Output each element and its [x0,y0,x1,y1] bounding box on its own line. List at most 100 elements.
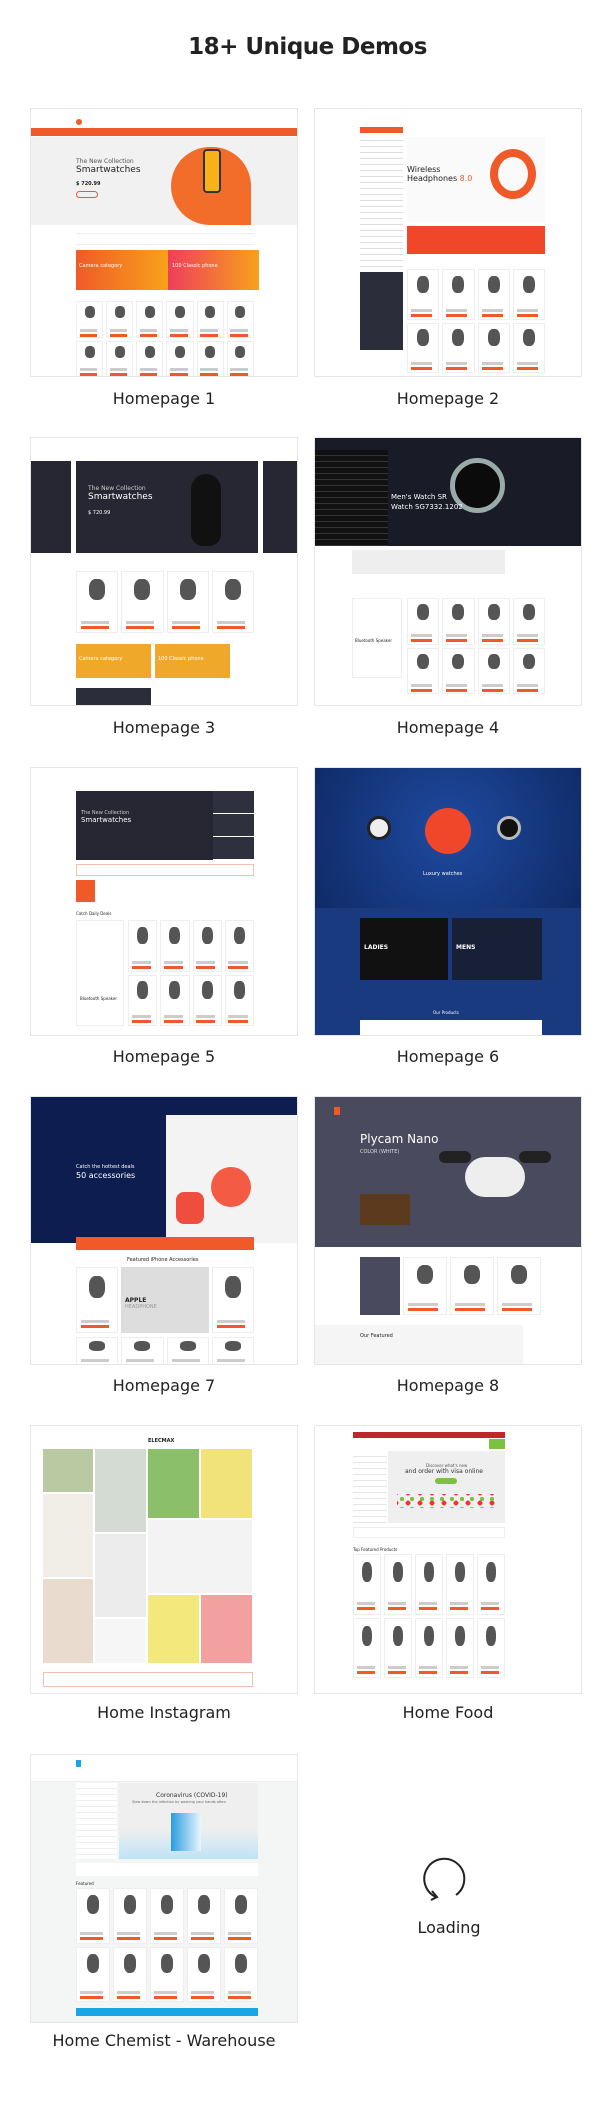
photo-3 [43,1579,93,1663]
demo-card-homepage-2[interactable]: Wireless Headphones 8.0 [314,108,582,377]
product-thumbnail [76,1267,118,1333]
slide-gap-left [71,461,76,553]
demo-label[interactable]: Home Instagram [30,1703,298,1722]
deal-product-name: Bluetooth Speaker [80,996,117,1001]
shop-now-button [76,191,98,198]
demo-card-homepage-1[interactable]: The New Collection Smartwatches $ 720.99… [30,108,298,377]
watch-center [425,808,471,854]
shop-button [435,1478,457,1484]
demo-card-home-chemist[interactable]: Coronavirus (COVID-19) Slow down the inf… [30,1754,298,2023]
product-thumbnail [76,1946,110,2002]
product-thumbnail [477,598,510,645]
product-thumbnail [76,571,119,633]
demo-card-homepage-6[interactable]: Luxury watches LADIES MENS Our Products [314,767,582,1036]
category-button [360,127,403,133]
product-thumbnail [196,340,224,376]
product-thumbnail [128,974,158,1026]
demo-label[interactable]: Homepage 3 [30,718,298,737]
product-thumbnail [450,1257,494,1315]
product-thumbnail [212,1267,254,1333]
veggies-image [397,1494,497,1508]
phone-image [203,149,221,193]
watch-left [367,816,391,840]
demo-label[interactable]: Home Chemist - Warehouse [30,2031,298,2050]
category-bar [76,1237,254,1250]
product-thumbnail [187,1888,221,1944]
product-grid [407,598,545,694]
demo-card-homepage-5[interactable]: The New Collection Smartwatches Catch Da… [30,767,298,1036]
product-thumbnail [407,269,440,320]
promo-phone-text: 100 Classic phone [158,656,204,662]
product-thumbnail [446,1617,474,1678]
category-active [76,880,95,902]
watch-right [497,816,521,840]
product-thumbnail [226,301,254,338]
category-sidebar [76,1783,117,1859]
demo-card-homepage-8[interactable]: Plycam Nano COLOR (WHITE) Our Featured [314,1096,582,1365]
top-nav-bar [31,128,297,136]
promo-phone [168,250,259,290]
product-thumbnail [76,340,104,376]
smartwatch-banner [360,272,403,350]
demo-card-homepage-3[interactable]: The New Collection Smartwatches $ 720.99… [30,437,298,706]
demo-label[interactable]: Homepage 4 [314,718,582,737]
demo-label[interactable]: Home Food [314,1703,582,1722]
promo-strip [407,226,545,254]
demo-label[interactable]: Homepage 5 [30,1047,298,1066]
demo-label[interactable]: Homepage 6 [314,1047,582,1066]
hero-title: Men's Watch SR [391,493,447,501]
demo-label[interactable]: Homepage 7 [30,1376,298,1395]
demo-card-home-food[interactable]: Discover what's new and order with visa … [314,1425,582,1694]
hero-title: Plycam Nano [360,1132,439,1146]
product-thumbnail [106,340,134,376]
hero-accent: 8.0 [459,174,473,183]
product-thumbnail [136,301,164,338]
product-thumbnail [512,598,545,645]
pompom-image [211,1167,251,1207]
product-thumbnail [76,1888,110,1944]
demo-card-homepage-7[interactable]: Catch the hottest deals 50 accessories F… [30,1096,298,1365]
hero-price: $ 720.99 [88,510,111,516]
photo-7 [148,1449,199,1518]
product-thumbnail [384,1554,412,1615]
section-title: Featured iPhone Accessories [127,1257,199,1263]
hero-title: and order with visa online [405,1468,483,1475]
demo-card-home-instagram[interactable]: ELECMAX [30,1425,298,1694]
hero-subtitle: Catch the hottest deals [76,1164,135,1170]
product-thumbnail [442,647,475,694]
product-thumbnail [512,647,545,694]
product-thumbnail [166,301,194,338]
photo-11 [201,1595,252,1663]
hero-banner [388,1451,505,1523]
deal-product [76,920,124,1026]
product-thumbnail [166,1337,209,1364]
product-thumbnail [113,1888,147,1944]
product-grid [76,571,254,633]
product-thumbnail [121,571,164,633]
product-thumbnail [446,1554,474,1615]
demo-card-homepage-4[interactable]: Men's Watch SR Watch SG7332.1202 Bluetoo… [314,437,582,706]
logo-icon [76,1760,81,1767]
product-thumbnail [384,1617,412,1678]
product-thumbnail [150,1888,184,1944]
demo-label[interactable]: Homepage 8 [314,1376,582,1395]
features-row [76,233,254,245]
hero-title-2: Headphones 8.0 [407,174,472,183]
section-title: Featured [76,1881,94,1886]
product-grid [212,1267,254,1333]
product-grid [128,920,254,1026]
product-thumbnail [224,1946,258,2002]
product-thumbnail [192,920,222,972]
product-thumbnail [407,647,440,694]
product-thumbnail [407,598,440,645]
product-thumbnail [415,1617,443,1678]
product-thumbnail [407,322,440,373]
logo: ELECMAX [148,1438,175,1444]
product-thumbnail [477,322,510,373]
hero-title: Smartwatches [88,492,153,502]
photo-5 [95,1534,146,1617]
product-thumbnail [192,974,222,1026]
demo-label[interactable]: Homepage 2 [314,389,582,408]
product-thumbnail [136,340,164,376]
demo-label[interactable]: Homepage 1 [30,389,298,408]
